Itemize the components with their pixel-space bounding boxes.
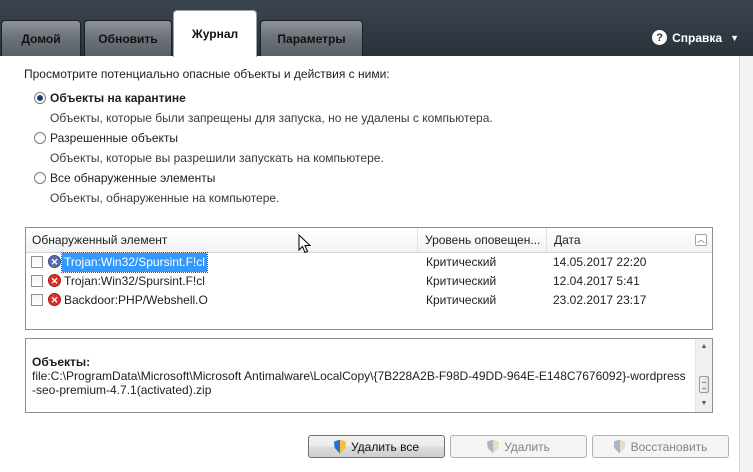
row-checkbox[interactable] <box>31 275 43 287</box>
delete-all-label: Удалить все <box>350 439 420 454</box>
top-navigation-bar: Домой Обновить Журнал Параметры ? Справк… <box>0 0 753 57</box>
option-allowed-desc: Объекты, которые вы разрешили запускать … <box>50 151 384 165</box>
tab-history[interactable]: Журнал <box>173 10 257 57</box>
tab-home-label: Домой <box>21 31 61 46</box>
intro-text: Просмотрите потенциально опасные объекты… <box>24 67 390 81</box>
delete-label: Удалить <box>504 439 550 454</box>
details-content: Объекты: file:C:\ProgramData\Microsoft\M… <box>32 355 687 397</box>
column-header-item[interactable]: Обнаруженный элемент <box>26 228 418 252</box>
collapse-chevron-icon[interactable]: ︿ <box>695 234 707 246</box>
table-row[interactable]: ✕ Trojan:Win32/Spursint.F!cl Критический… <box>26 252 712 273</box>
scroll-up-arrow-icon[interactable]: ▲ <box>696 339 712 355</box>
option-all-detected-desc: Объекты, обнаруженные на компьютере. <box>50 191 280 205</box>
chevron-down-icon: ▼ <box>730 32 739 43</box>
option-quarantined-desc: Объекты, которые были запрещены для запу… <box>50 111 493 125</box>
tab-history-label: Журнал <box>191 27 239 41</box>
row-item-name: Trojan:Win32/Spursint.F!cl <box>64 274 205 288</box>
radio-button[interactable] <box>34 92 46 104</box>
detected-items-list[interactable]: Обнаруженный элемент Уровень оповещен...… <box>25 227 713 330</box>
radio-button[interactable] <box>34 132 46 144</box>
row-date: 12.04.2017 5:41 <box>553 274 640 288</box>
row-alert-level: Критический <box>426 293 497 307</box>
row-item-name: Trojan:Win32/Spursint.F!cl <box>61 252 208 273</box>
details-label: Объекты: <box>32 355 91 369</box>
option-quarantined[interactable]: Объекты на карантине <box>34 91 186 105</box>
x-circle-icon: ✕ <box>48 293 61 306</box>
option-quarantined-label: Объекты на карантине <box>50 91 186 105</box>
question-circle-icon: ? <box>652 30 668 45</box>
history-panel: Просмотрите потенциально опасные объекты… <box>0 56 753 472</box>
row-checkbox[interactable] <box>31 294 43 306</box>
tab-settings[interactable]: Параметры <box>260 20 363 56</box>
details-box[interactable]: Объекты: file:C:\ProgramData\Microsoft\M… <box>25 338 713 413</box>
x-circle-icon: ✕ <box>48 274 61 287</box>
uac-shield-icon <box>487 439 500 454</box>
delete-button[interactable]: Удалить <box>450 435 587 458</box>
restore-button[interactable]: Восстановить <box>592 435 729 458</box>
help-label: Справка <box>672 30 723 45</box>
mouse-cursor-icon <box>298 234 312 254</box>
help-menu[interactable]: ? Справка ▼ <box>652 30 739 45</box>
column-header-date[interactable]: Дата <box>548 228 688 252</box>
column-header-alert-level[interactable]: Уровень оповещен... <box>419 228 547 252</box>
list-header: Обнаруженный элемент Уровень оповещен...… <box>26 228 712 253</box>
scrollbar-thumb[interactable] <box>699 376 709 393</box>
row-alert-level: Критический <box>426 274 497 288</box>
scroll-down-arrow-icon[interactable]: ▼ <box>696 396 712 412</box>
option-allowed[interactable]: Разрешенные объекты <box>34 131 178 145</box>
details-path: file:C:\ProgramData\Microsoft\Microsoft … <box>32 369 686 397</box>
details-scrollbar[interactable]: ▲ ▼ <box>695 339 712 412</box>
tab-update[interactable]: Обновить <box>84 20 172 56</box>
row-item-name: Backdoor:PHP/Webshell.O <box>64 293 208 307</box>
row-date: 23.02.2017 23:17 <box>553 293 647 307</box>
radio-button[interactable] <box>34 172 46 184</box>
uac-shield-icon <box>613 439 626 454</box>
table-row[interactable]: ✕ Backdoor:PHP/Webshell.O Критический 23… <box>26 291 712 310</box>
tab-update-label: Обновить <box>98 31 158 46</box>
tab-home[interactable]: Домой <box>1 20 81 56</box>
row-checkbox[interactable] <box>31 256 43 268</box>
table-row[interactable]: ✕ Trojan:Win32/Spursint.F!cl Критический… <box>26 272 712 291</box>
option-all-detected[interactable]: Все обнаруженные элементы <box>34 171 215 185</box>
row-alert-level: Критический <box>426 255 497 269</box>
option-all-detected-label: Все обнаруженные элементы <box>50 171 216 185</box>
x-circle-icon: ✕ <box>48 255 61 268</box>
uac-shield-icon <box>333 439 346 454</box>
delete-all-button[interactable]: Удалить все <box>308 435 445 458</box>
restore-label: Восстановить <box>630 439 708 454</box>
option-allowed-label: Разрешенные объекты <box>50 131 179 145</box>
row-date: 14.05.2017 22:20 <box>553 255 647 269</box>
tab-settings-label: Параметры <box>277 31 346 46</box>
